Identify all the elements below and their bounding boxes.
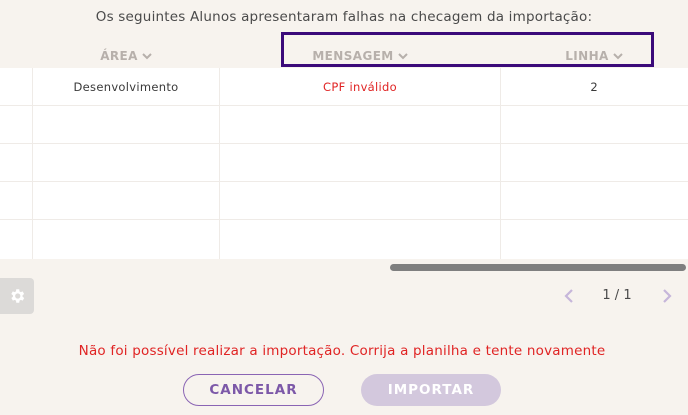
settings-button[interactable] [0,278,34,314]
gear-icon [11,289,25,303]
pagination-next-button[interactable] [660,286,674,306]
horizontal-scrollbar[interactable] [390,264,686,271]
import-error-message: Não foi possível realizar a importação. … [78,343,606,359]
column-header-area[interactable]: ÁREA [33,47,219,65]
import-button[interactable]: IMPORTAR [361,374,501,406]
table-row-empty [0,220,688,258]
pagination-label: 1 / 1 [602,288,632,303]
cell-linha: 2 [590,80,598,94]
results-table: Desenvolvimento CPF inválido 2 [0,68,688,259]
table-row-empty [0,144,688,182]
table-row-empty [0,106,688,144]
chevron-down-icon [142,52,152,59]
chevron-left-icon [564,289,573,303]
cell-area: Desenvolvimento [73,80,179,94]
column-header-label: ÁREA [100,49,138,63]
highlight-box [281,32,654,67]
table-row-empty [0,182,688,220]
chevron-right-icon [663,289,672,303]
dialog-title: Os seguintes Alunos apresentaram falhas … [95,9,593,25]
cancel-button[interactable]: CANCELAR [183,374,324,406]
cell-mensagem: CPF inválido [323,80,397,94]
table-row[interactable]: Desenvolvimento CPF inválido 2 [0,68,688,106]
pagination-prev-button[interactable] [562,286,576,306]
